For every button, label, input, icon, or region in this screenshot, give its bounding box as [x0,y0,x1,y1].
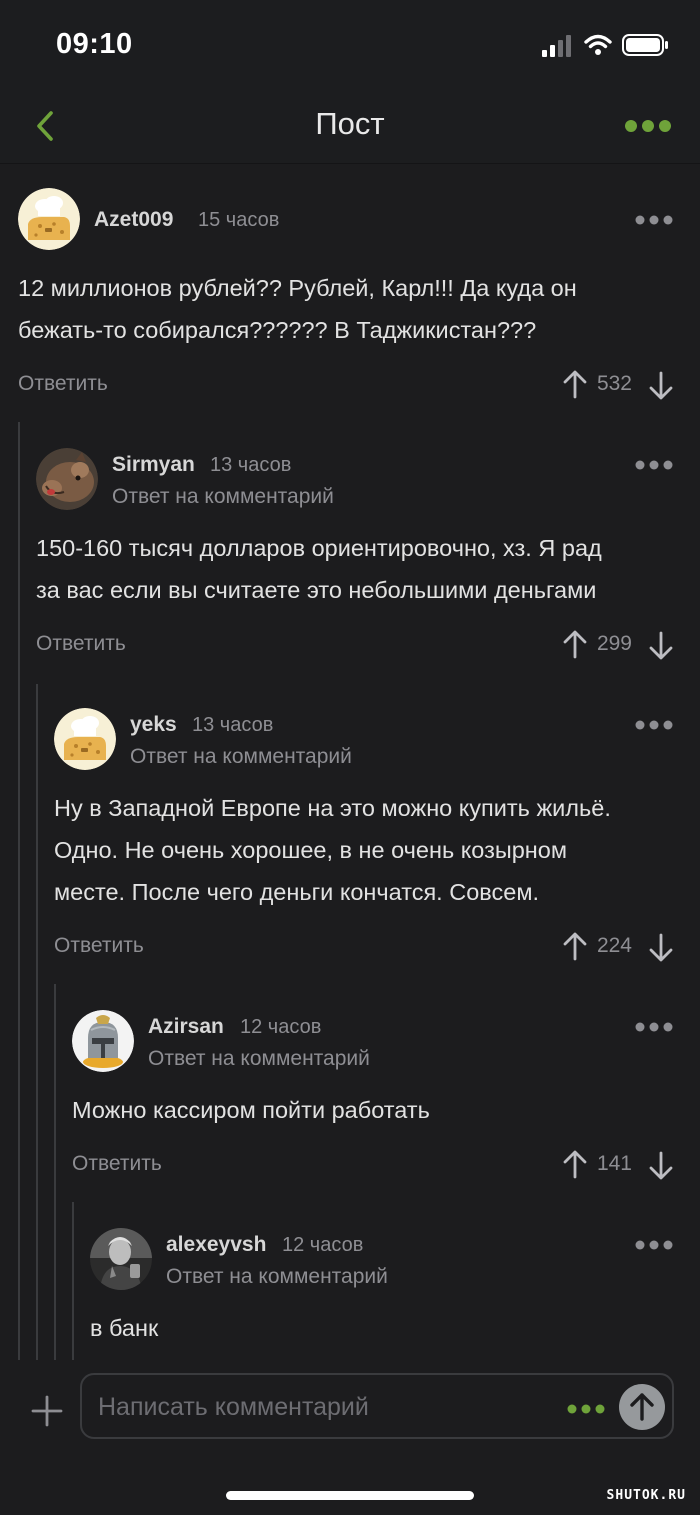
downvote-button[interactable] [648,1151,674,1181]
more-dots-icon [635,720,673,730]
nav-bar: Пост [0,90,700,164]
avatar[interactable] [72,1010,134,1072]
animal-avatar-icon [36,448,98,510]
status-time: 09:10 [56,28,133,60]
reply-button[interactable]: Ответить [54,934,144,958]
reply-to-label[interactable]: Ответ на комментарий [166,1265,388,1289]
comment-line: Можно кассиром пойти работать [72,1097,430,1123]
comment-input[interactable]: Написать комментарий [80,1373,674,1439]
comment-line: Одно. Не очень хорошее, в не очень козыр… [54,837,568,863]
reply-to-label[interactable]: Ответ на комментарий [148,1047,370,1071]
send-button[interactable] [619,1384,665,1430]
thread-line [54,984,56,1360]
chef-avatar-icon [54,708,116,770]
arrow-up-icon [563,932,587,961]
comment-author[interactable]: Sirmyan [112,453,195,477]
watermark: SHUTOK.RU [606,1488,686,1503]
comment-line: за вас если вы считаете это небольшими д… [36,577,597,603]
reply-button[interactable]: Ответить [36,632,126,656]
reply-button[interactable]: Ответить [72,1152,162,1176]
status-bar: 09:10 [0,0,700,90]
comments-list: Azet009 15 часов 12 миллионов рублей?? Р… [0,165,700,1360]
comment-time: 15 часов [198,209,280,231]
post-more-button[interactable] [624,112,672,140]
comment-time: 12 часов [282,1234,364,1256]
arrow-up-icon [563,370,587,399]
reply-to-label[interactable]: Ответ на комментарий [112,485,334,509]
avatar[interactable] [36,448,98,510]
upvote-button[interactable] [562,1149,588,1179]
reply-to-label[interactable]: Ответ на комментарий [130,745,352,769]
signal-wifi-battery-icon [542,34,668,57]
status-icons [530,30,670,60]
avatar[interactable] [90,1228,152,1290]
comment-body: 150-160 тысяч долларов ориентировочно, х… [36,527,674,611]
arrow-down-icon [649,371,673,400]
more-dots-icon [635,460,673,470]
person-photo-avatar-icon [90,1228,152,1290]
comment-menu-button[interactable] [634,1238,674,1252]
more-dots-icon [567,1404,605,1414]
comment-line: 150-160 тысяч долларов ориентировочно, х… [36,535,602,561]
comment-menu-button[interactable] [634,1020,674,1034]
page-title: Пост [315,106,385,141]
comment-body: Можно кассиром пойти работать [72,1089,674,1131]
compose-bar: Написать комментарий SHUTOK.RU [0,1360,700,1515]
comment-body: Ну в Западной Европе на это можно купить… [54,787,674,913]
arrow-up-icon [630,1393,654,1421]
more-dots-icon [635,1240,673,1250]
arrow-down-icon [649,1151,673,1180]
add-attachment-button[interactable] [30,1394,64,1428]
compose-options-button[interactable] [566,1402,606,1414]
comment-author[interactable]: alexeyvsh [166,1233,266,1257]
comment-time: 12 часов [240,1016,322,1038]
comment-time: 13 часов [192,714,274,736]
arrow-up-icon [563,1150,587,1179]
chef-avatar-icon [18,188,80,250]
arrow-up-icon [563,630,587,659]
avatar[interactable] [18,188,80,250]
more-dots-icon [625,120,671,132]
home-indicator [226,1491,474,1500]
more-dots-icon [635,215,673,225]
comment-line: 12 миллионов рублей?? Рублей, Карл!!! Да… [18,275,577,301]
upvote-button[interactable] [562,629,588,659]
comment-author[interactable]: Azet009 [94,208,173,232]
reply-button[interactable]: Ответить [18,372,108,396]
plus-icon [31,1395,63,1427]
comment-score: 532 [596,372,632,395]
comment-line: Ну в Западной Европе на это можно купить… [54,795,611,821]
helmet-avatar-icon [72,1010,134,1072]
comment-score: 224 [596,934,632,957]
comment-line: месте. После чего деньги кончатся. Совсе… [54,879,540,905]
thread-line [72,1202,74,1360]
comment-time: 13 часов [210,454,292,476]
comment-line: бежать-то собирался?????? В Таджикистан?… [18,317,537,343]
comment-body: в банк [90,1307,674,1349]
comment-line: в банк [90,1315,159,1341]
avatar[interactable] [54,708,116,770]
comment-score: 141 [596,1152,632,1175]
comment-author[interactable]: Azirsan [148,1015,224,1039]
comment-score: 299 [596,632,632,655]
arrow-down-icon [649,631,673,660]
downvote-button[interactable] [648,631,674,661]
thread-line [18,422,20,1360]
comment-body: 12 миллионов рублей?? Рублей, Карл!!! Да… [18,267,674,351]
downvote-button[interactable] [648,371,674,401]
thread-line [36,684,38,1360]
comment-menu-button[interactable] [634,213,674,227]
comment-input-placeholder: Написать комментарий [98,1393,369,1421]
downvote-button[interactable] [648,933,674,963]
comment-author[interactable]: yeks [130,713,177,737]
more-dots-icon [635,1022,673,1032]
arrow-down-icon [649,933,673,962]
upvote-button[interactable] [562,369,588,399]
comment-menu-button[interactable] [634,718,674,732]
upvote-button[interactable] [562,931,588,961]
comment-menu-button[interactable] [634,458,674,472]
